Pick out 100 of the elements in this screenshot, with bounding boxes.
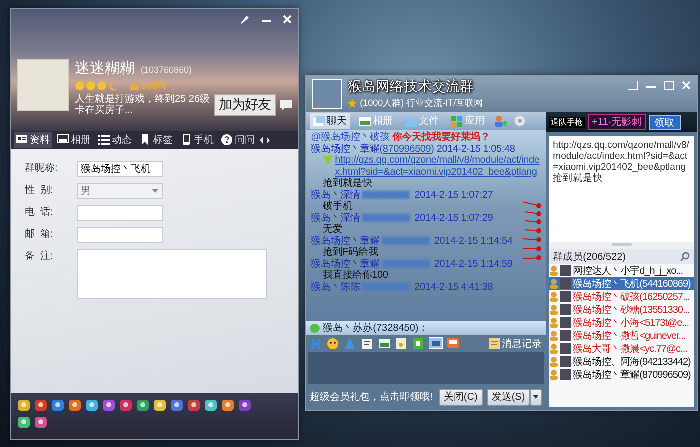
- text-field[interactable]: [77, 227, 163, 243]
- group-announcement: http://qzs.qq.com/qzone/mall/v8/module/act/index.html?sid=&act=xiaomi.vip201402_bee&ptlang抢到就是快: [549, 136, 694, 242]
- member-name: 猴岛大哥丶撒晨<yc.77@c...: [573, 342, 688, 356]
- member-row[interactable]: 网控达人丶小宇d_h_j_xo...: [549, 264, 694, 277]
- text-field[interactable]: [77, 205, 163, 221]
- member-row[interactable]: 猴岛场控丶撒哲<guinever...: [549, 329, 694, 342]
- member-status-icon: [550, 330, 558, 340]
- sender-name[interactable]: 猴岛场控丶章耀: [311, 144, 380, 154]
- caret-icon: [533, 395, 540, 399]
- message-link[interactable]: http://qzs.qq.com/qzone/mall/v8/module/act/index.html?sid=&act=xiaomi.vip201402_bee&ptlang: [335, 155, 542, 178]
- member-name: 猴岛场控丶章耀(870996509): [573, 368, 691, 382]
- field-label: 群昵称:: [25, 162, 59, 176]
- search-icon[interactable]: [680, 252, 690, 262]
- profile-tab[interactable]: 标签: [137, 132, 175, 148]
- member-status-icon: [550, 344, 558, 354]
- apps-icon: [451, 116, 464, 126]
- member-row[interactable]: 猴岛场控丶小海<5173t@e...: [549, 316, 694, 329]
- profile-tab[interactable]: 资料: [14, 132, 52, 148]
- crown-icon: [130, 82, 139, 90]
- chat-window-tab[interactable]: 聊天: [310, 113, 350, 129]
- field-label: 性 别:: [25, 184, 54, 198]
- smiley-icon[interactable]: [327, 337, 342, 350]
- profile-tab[interactable]: 手机: [178, 132, 216, 148]
- sender-name[interactable]: 猴岛丶深情: [311, 212, 360, 224]
- member-status-icon: [550, 356, 558, 366]
- message-time: 2014-2-15 1:07:29: [414, 212, 494, 224]
- notes-field[interactable]: [77, 249, 267, 299]
- member-row[interactable]: 猴岛场控丶砂糖(13551330...: [549, 303, 694, 316]
- group-subtitle: (1000人群) 行业交流-IT/互联网: [360, 97, 484, 110]
- message-text: 抢到就是快: [323, 178, 372, 189]
- member-avatar-placeholder: [560, 330, 572, 341]
- sender-name[interactable]: 猴岛丶深情: [311, 190, 360, 200]
- add-member-icon[interactable]: [494, 115, 508, 127]
- send-options-button[interactable]: [530, 388, 542, 406]
- screenshot-icon[interactable]: [429, 337, 444, 350]
- message-input[interactable]: [308, 352, 544, 384]
- vip-gift-link[interactable]: 超级会员礼包，点击即领哦!: [310, 392, 435, 402]
- member-name: 猴岛场控丶撒哲<guinever...: [573, 330, 686, 342]
- member-status-icon: [550, 304, 558, 314]
- input-sender-label: 猴岛丶苏苏(7328450)：: [323, 322, 429, 335]
- phone-icon: [180, 134, 192, 146]
- message-history-button[interactable]: 消息记录: [489, 336, 542, 350]
- text-field[interactable]: 猴岛场控丶飞机: [77, 161, 163, 177]
- member-name: 网控达人丶小宇d_h_j_xo...: [573, 264, 684, 278]
- send-button[interactable]: 发送(S): [486, 388, 530, 406]
- member-status-icon: [550, 278, 558, 288]
- member-name: 猴岛场控丶飞机(544160869): [573, 278, 691, 290]
- caret-icon: [152, 189, 159, 193]
- sender-name[interactable]: 猴岛场控丶章耀: [311, 258, 380, 270]
- members-header: 群成员(206/522): [553, 250, 626, 264]
- mention-link[interactable]: @猴岛场控丶破孩: [311, 132, 390, 143]
- message-time: 2014-2-15 1:14:59: [434, 258, 513, 270]
- claim-button[interactable]: 领取: [648, 114, 681, 130]
- group-avatar-placeholder: [312, 79, 342, 109]
- profile-tab[interactable]: 动态: [96, 132, 134, 148]
- collapse-handle-icon[interactable]: [612, 242, 632, 247]
- member-row[interactable]: 猴岛场控丶飞机(544160869): [549, 277, 694, 290]
- member-name: 猴岛场控丶砂糖(13551330...: [573, 304, 690, 316]
- message-text: 我直接给你100: [323, 270, 388, 281]
- question-icon: [221, 134, 233, 146]
- skin-icon[interactable]: [628, 81, 638, 90]
- chat-bubble-icon[interactable]: [280, 100, 292, 110]
- member-row[interactable]: 猴岛场控丶章耀(870996509): [549, 368, 694, 381]
- close-icon[interactable]: [682, 81, 691, 90]
- emoji-icon: [323, 156, 334, 165]
- profile-tab[interactable]: 相册: [55, 132, 93, 148]
- member-status-icon: [550, 318, 558, 328]
- chat-bubble-icon: [310, 324, 320, 332]
- image-icon[interactable]: [378, 337, 392, 350]
- member-status-icon: [550, 292, 558, 302]
- bookmark-icon: [139, 134, 151, 146]
- member-avatar-placeholder: [560, 317, 572, 328]
- profile-tab[interactable]: 问问: [219, 132, 257, 148]
- member-avatar-placeholder: [560, 369, 572, 380]
- video-icon[interactable]: [446, 337, 460, 350]
- member-row[interactable]: 猴岛场控、阿海(942133442): [549, 355, 694, 368]
- signature: 人生就是打游戏，终到25 26级卡在买房子...: [75, 94, 210, 116]
- gender-select[interactable]: 男: [77, 183, 163, 199]
- sender-id[interactable]: (870996509): [380, 144, 434, 154]
- member-status-icon: [550, 266, 558, 276]
- field-label: 备 注:: [25, 250, 54, 264]
- vip-level-label: SVIP4: [130, 81, 167, 91]
- scroll-arrows-icon[interactable]: [260, 136, 270, 144]
- member-row[interactable]: 猴岛场控丶破孩(16250257...: [549, 290, 694, 303]
- member-avatar-placeholder: [560, 304, 572, 315]
- message-text: 无爱: [323, 224, 343, 235]
- add-friend-button[interactable]: 加为好友: [214, 94, 276, 116]
- member-avatar-placeholder: [560, 291, 572, 302]
- sender-name[interactable]: 猴岛场控丶章耀: [311, 236, 380, 246]
- member-row[interactable]: 猴岛大哥丶撒晨<yc.77@c...: [549, 342, 694, 355]
- maximize-icon[interactable]: [664, 81, 674, 90]
- member-name: 猴岛场控、阿海(942133442): [573, 356, 691, 368]
- close-button[interactable]: 关闭(C): [438, 388, 483, 406]
- promo-text: +11-无影刺: [588, 114, 646, 130]
- message-time: 2014-2-15 1:05:48: [436, 144, 516, 154]
- close-icon[interactable]: [283, 14, 292, 24]
- settings-icon[interactable]: [514, 115, 526, 127]
- field-label: 邮 箱:: [25, 228, 54, 242]
- brush-icon[interactable]: [240, 14, 250, 24]
- member-avatar-placeholder: [560, 265, 572, 276]
